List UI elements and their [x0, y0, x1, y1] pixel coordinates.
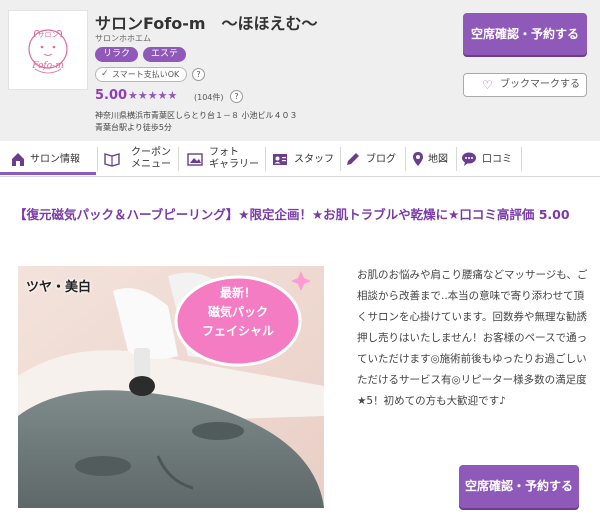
- nav-tab-staff[interactable]: スタッフ: [266, 141, 340, 177]
- home-icon: [12, 153, 24, 166]
- logo-illustration: [28, 29, 68, 74]
- nav-divider: [521, 147, 522, 171]
- logo-caption: サロン: [37, 31, 59, 39]
- salon-address: 神奈川県横浜市青葉区しらとり台１－８ 小池ビル４０３: [95, 111, 298, 120]
- staff-card-icon: [273, 154, 287, 165]
- nav-label-reviews: 口コミ: [482, 154, 512, 165]
- nav-tab-photo-gallery[interactable]: フォト ギャラリー: [179, 141, 265, 177]
- nav-tab-reviews[interactable]: 口コミ: [457, 141, 521, 177]
- smart-payment-badge: ✓ スマート支払いOK: [95, 67, 187, 82]
- bubble-line-2: 磁気パック: [207, 305, 268, 319]
- rating-help-icon[interactable]: ?: [230, 90, 243, 103]
- salon-main-photo: ツヤ・美白 最新！ 磁気パック フェイシャル: [18, 266, 324, 508]
- smart-payment-label: スマート支払いOK: [112, 70, 180, 79]
- photo-icon: [187, 153, 203, 166]
- heart-icon: ♡: [482, 78, 493, 92]
- check-icon: ✓: [101, 69, 109, 79]
- salon-description: お肌のお悩みや肩こり腰痛などマッサージも、ご相談から改善まで..本当の意味で寄り…: [357, 269, 588, 407]
- nav-label-photo: フォト: [209, 147, 239, 158]
- nav-active-indicator: [0, 172, 96, 175]
- logo-wordmark: Fofo-m: [32, 61, 64, 71]
- payment-help-icon[interactable]: ?: [192, 68, 205, 81]
- nav-label-gallery: ギャラリー: [209, 159, 259, 170]
- rating-score: 5.00: [95, 88, 128, 103]
- bubble-line-3: フェイシャル: [201, 324, 274, 338]
- nav-label-staff: スタッフ: [294, 154, 334, 165]
- bookmark-button[interactable]: ♡ ブックマークする: [463, 73, 587, 97]
- map-pin-icon: [413, 152, 423, 166]
- reserve-button-top[interactable]: 空席確認・予約する: [463, 13, 587, 55]
- nav-tab-blog[interactable]: ブログ: [341, 141, 405, 177]
- catch-copy-headline: 【復元磁気パック＆ハーブピーリング】★限定企画！★お肌トラブルや乾燥に★口コミ高…: [14, 207, 570, 222]
- rating-stars-icon: ★★★★★: [128, 89, 178, 102]
- review-count[interactable]: (104件): [194, 92, 224, 103]
- salon-name[interactable]: サロンFofo-m ～ほほえむ～: [95, 10, 318, 34]
- nav-label-salon-info: サロン情報: [30, 154, 80, 165]
- pencil-icon: [347, 153, 359, 165]
- salon-header: サロン Fofo-m サロンFofo-m ～ほほえむ～ サロンホホエム リラク …: [0, 0, 600, 141]
- nav-label-map: 地図: [428, 154, 448, 165]
- coupon-icon: [104, 153, 120, 167]
- photo-caption-corner: ツヤ・美白: [26, 280, 92, 295]
- nav-label-coupon: クーポン: [131, 147, 171, 158]
- bubble-line-1: 最新！: [219, 286, 256, 300]
- nav-tab-coupon-menu[interactable]: クーポン メニュー: [98, 141, 178, 177]
- nav-tab-map[interactable]: 地図: [406, 141, 456, 177]
- speech-bubble-icon: [462, 152, 476, 166]
- photo-bubble-text: 最新！ 磁気パック フェイシャル: [178, 284, 298, 341]
- reserve-button-bottom[interactable]: 空席確認・予約する: [459, 465, 579, 508]
- salon-logo: サロン Fofo-m: [8, 10, 88, 90]
- salon-name-kana: サロンホホエム: [95, 34, 151, 43]
- bookmark-label: ブックマークする: [500, 79, 580, 90]
- tag-relax[interactable]: リラク: [95, 47, 138, 62]
- tag-esthetic[interactable]: エステ: [143, 47, 186, 62]
- nav-label-menu: メニュー: [131, 159, 171, 170]
- nav-label-blog: ブログ: [366, 154, 396, 165]
- salon-access: 青葉台駅より徒歩5分: [95, 123, 172, 132]
